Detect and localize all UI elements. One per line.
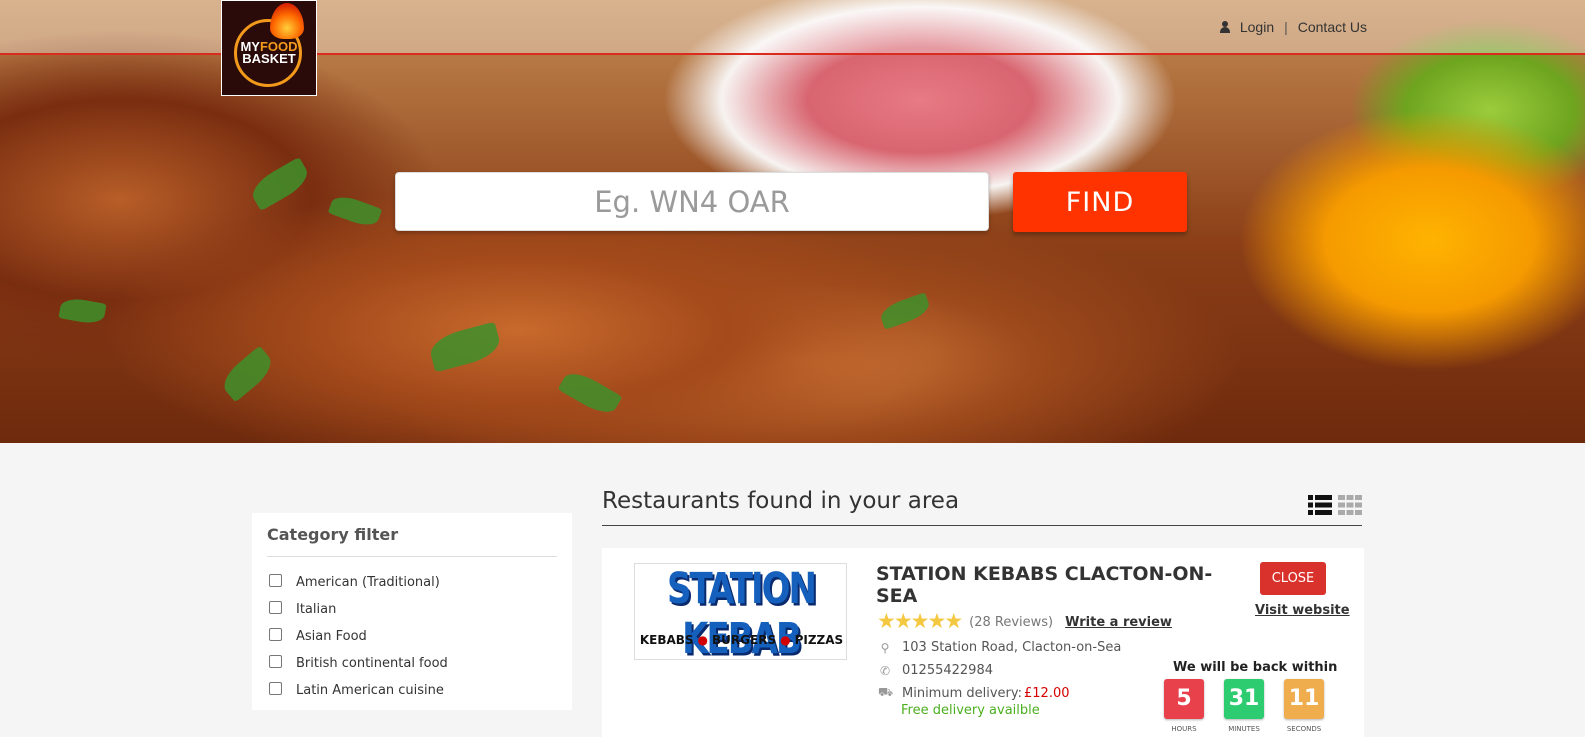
results-title: Restaurants found in your area [602,488,960,514]
phone-icon: ✆ [879,663,891,678]
category-item[interactable]: Italian [267,596,557,623]
logo-word-basket: BASKET [242,51,296,66]
category-checkbox[interactable] [269,600,282,614]
hero-banner: MYFOOD BASKET Login | Contact Us FIND [0,0,1585,443]
visit-website-link[interactable]: Visit website [1255,603,1350,618]
site-logo[interactable]: MYFOOD BASKET [221,0,317,96]
back-within-label: We will be back within [1173,660,1338,675]
category-checkbox[interactable] [269,627,282,641]
category-item[interactable]: Latin American cuisine [267,677,557,704]
restaurant-logo[interactable]: STATION KEBAB KEBABS ● BURGERS ● PIZZAS [634,563,847,664]
category-checkbox[interactable] [269,654,282,668]
star-icon: ★ [944,610,963,633]
category-item[interactable]: British continental food [267,650,557,677]
category-label: American (Traditional) [296,575,440,590]
logo-item: BURGERS [712,633,777,647]
logo-item: KEBABS [639,633,694,647]
link-separator: | [1284,19,1288,35]
list-view-icon[interactable] [1308,495,1332,515]
address-row: ⚲ 103 Station Road, Clacton-on-Sea [878,640,1122,655]
category-label: British continental food [296,656,448,671]
countdown-minutes-label: MINUTES [1228,725,1260,733]
star-icon: ★ [893,610,913,633]
restaurant-name[interactable]: STATION KEBABS CLACTON-ON-SEA [876,563,1216,607]
top-links: Login | Contact Us [1219,19,1367,35]
user-icon [1219,21,1230,33]
postcode-search-input[interactable] [395,172,989,231]
star-icon: ★ [910,610,930,633]
truck-icon: ⛟ [878,685,894,699]
min-delivery-value: £12.00 [1024,685,1070,701]
category-filter-panel: Category filter American (Traditional) I… [252,513,572,710]
phone-row: ✆ 01255422984 [878,663,993,678]
category-filter-title: Category filter [267,525,557,557]
category-label: Italian [296,602,337,617]
free-delivery-note: Free delivery availble [901,703,1040,718]
login-link[interactable]: Login [1240,19,1274,35]
status-close-button[interactable]: CLOSE [1260,562,1326,595]
logo-item: PIZZAS [794,633,844,647]
restaurant-address: 103 Station Road, Clacton-on-Sea [902,640,1122,655]
results-divider [602,525,1362,526]
category-checkbox[interactable] [269,573,282,587]
rating-row: ★ ★ ★ ★ ★ (28 Reviews) Write a review [877,610,1172,633]
category-label: Latin American cuisine [296,683,444,698]
delivery-row: ⛟ Minimum delivery: £12.00 [878,685,1070,701]
star-icon: ★ [877,610,896,633]
category-item[interactable]: American (Traditional) [267,569,557,596]
countdown-hours: 5 [1164,679,1204,719]
map-marker-icon: ⚲ [880,640,890,655]
restaurant-card: STATION KEBAB KEBABS ● BURGERS ● PIZZAS STAT… [602,548,1364,737]
min-delivery-label: Minimum delivery: [902,685,1023,701]
restaurant-phone: 01255422984 [902,663,993,678]
contact-link[interactable]: Contact Us [1298,19,1367,35]
category-checkbox[interactable] [269,681,282,695]
review-count: (28 Reviews) [969,614,1054,630]
star-icon: ★ [927,610,946,633]
countdown-minutes: 31 [1224,679,1264,719]
flame-icon [270,3,304,39]
countdown-seconds: 11 [1284,679,1324,719]
countdown-hours-label: HOURS [1171,725,1197,733]
write-review-link[interactable]: Write a review [1065,615,1172,630]
countdown-seconds-label: SECONDS [1286,725,1322,733]
find-button[interactable]: FIND [1013,172,1187,232]
category-label: Asian Food [296,629,367,644]
restaurant-logo-title: STATION KEBAB [667,564,817,664]
category-item[interactable]: Asian Food [267,623,557,650]
grid-view-icon[interactable] [1338,495,1362,515]
